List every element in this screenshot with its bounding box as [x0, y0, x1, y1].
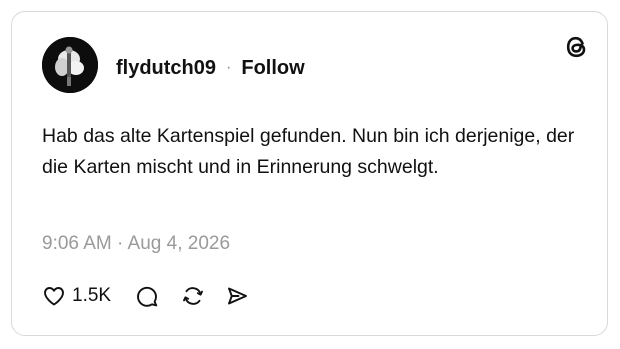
avatar[interactable]: [42, 37, 98, 93]
username[interactable]: flydutch09: [116, 57, 216, 80]
avatar-image: [42, 37, 98, 93]
follow-button[interactable]: Follow: [241, 57, 304, 80]
repost-button[interactable]: [180, 283, 206, 309]
share-button[interactable]: [224, 283, 250, 309]
like-count: 1.5K: [72, 285, 112, 306]
post-timestamp: 9:06 AM · Aug 4, 2026: [42, 233, 231, 254]
comment-icon: [137, 286, 158, 307]
repost-icon: [183, 287, 204, 305]
post-header: flydutch09 · Follow: [116, 56, 305, 80]
reply-button[interactable]: [134, 283, 160, 309]
separator-dot: ·: [226, 59, 232, 76]
post-text: Hab das alte Kartenspiel gefunden. Nun b…: [42, 125, 575, 178]
threads-logo-icon[interactable]: [563, 33, 591, 61]
post-card: flydutch09 · Follow Hab das alte Kartens…: [11, 11, 608, 336]
like-button[interactable]: 1.5K: [42, 284, 111, 308]
send-icon: [228, 287, 248, 305]
heart-icon: [44, 287, 64, 306]
post-actions: 1.5K: [42, 282, 250, 310]
